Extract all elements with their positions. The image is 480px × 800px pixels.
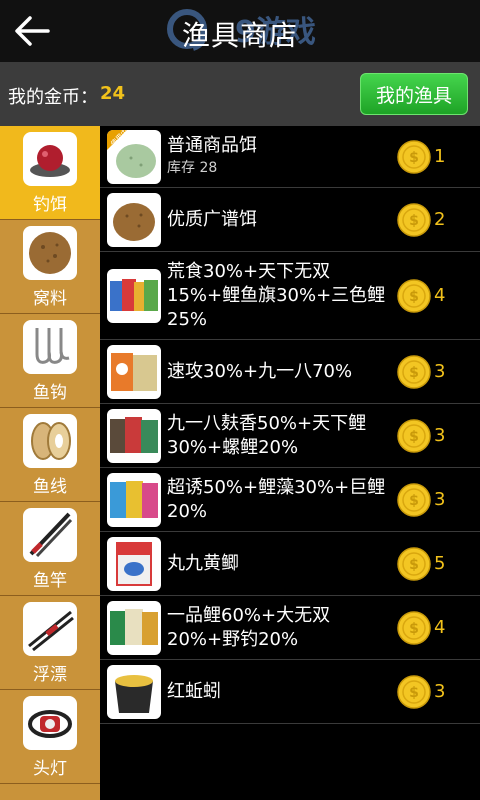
sidebar-item-groundbait[interactable]: 窝料	[0, 220, 100, 314]
svg-text:$: $	[409, 289, 419, 305]
list-item[interactable]: 优质广谱饵 $ 2	[100, 188, 480, 252]
gold-coin-icon: $	[397, 675, 431, 709]
worm-cup-image	[107, 665, 161, 719]
bait-packages-image	[107, 409, 161, 463]
title-bar: 9游戏 渔具商店	[0, 0, 480, 62]
item-name: 九一八麸香50%+天下鲤30%+螺鲤20%	[167, 413, 367, 458]
bait-ball-icon	[23, 132, 77, 186]
sidebar-item-label: 钓饵	[33, 195, 67, 215]
sidebar-item-label: 窝料	[33, 289, 67, 309]
gold-coin-icon: $	[397, 547, 431, 581]
item-price: 4	[434, 285, 446, 306]
float-icon	[23, 602, 77, 656]
list-item[interactable]: 丸九黄鲫 $ 5	[100, 532, 480, 596]
coin-balance: 24	[100, 83, 126, 104]
bait-package-image	[107, 537, 161, 591]
fish-hook-icon	[23, 320, 77, 374]
sidebar-item-bait[interactable]: 钓饵	[0, 126, 100, 220]
svg-text:$: $	[409, 685, 419, 701]
brown-dough-bait-image	[107, 193, 161, 247]
item-price: 3	[434, 681, 446, 702]
sidebar-item-line[interactable]: 鱼线	[0, 408, 100, 502]
gold-coin-icon: $	[397, 203, 431, 237]
item-name: 速攻30%+九一八70%	[167, 361, 353, 382]
item-name: 超诱50%+鲤藻30%+巨鲤20%	[167, 477, 386, 522]
my-gear-button[interactable]: 我的渔具	[360, 73, 468, 115]
item-name: 普通商品饵 库存 28	[167, 134, 395, 178]
sidebar-item-label: 鱼线	[33, 477, 67, 497]
svg-text:$: $	[409, 557, 419, 573]
svg-text:$: $	[409, 365, 419, 381]
sidebar-item-label: 头灯	[33, 759, 67, 779]
svg-text:$: $	[409, 429, 419, 445]
svg-text:$: $	[409, 213, 419, 229]
sidebar-item-label: 鱼竿	[33, 571, 67, 591]
item-stock: 库存 28	[167, 160, 218, 176]
item-name: 一品鲤60%+大无双20%+野钓20%	[167, 605, 331, 650]
item-name: 红蚯蚓	[167, 681, 221, 702]
gold-coin-icon: $	[397, 140, 431, 174]
list-item[interactable]: 超诱50%+鲤藻30%+巨鲤20% $ 3	[100, 468, 480, 532]
coin-label: 我的金币：	[8, 87, 98, 108]
gold-coin-icon: $	[397, 611, 431, 645]
product-list: 使用中 普通商品饵 库存 28 $ 1 优质广谱饵 $ 2 荒食30%+天下无双…	[100, 126, 480, 800]
list-item[interactable]: 红蚯蚓 $ 3	[100, 660, 480, 724]
svg-text:$: $	[409, 493, 419, 509]
page-title: 渔具商店	[181, 19, 298, 52]
headlamp-icon	[23, 696, 77, 750]
groundbait-icon	[23, 226, 77, 280]
list-item[interactable]: 一品鲤60%+大无双20%+野钓20% $ 4	[100, 596, 480, 660]
item-price: 3	[434, 425, 446, 446]
item-name: 荒食30%+天下无双15%+鲤鱼旗30%+三色鲤25%	[167, 261, 386, 330]
svg-text:$: $	[409, 621, 419, 637]
gold-coin-icon: $	[397, 483, 431, 517]
fishing-line-spool-icon	[23, 414, 77, 468]
item-price: 3	[434, 489, 446, 510]
item-price: 4	[434, 617, 446, 638]
list-item[interactable]: 速攻30%+九一八70% $ 3	[100, 340, 480, 404]
item-name-text: 普通商品饵	[167, 135, 257, 156]
bait-packages-image	[107, 269, 161, 323]
list-item[interactable]: 荒食30%+天下无双15%+鲤鱼旗30%+三色鲤25% $ 4	[100, 252, 480, 340]
item-name: 丸九黄鲫	[167, 553, 239, 574]
sidebar-item-float[interactable]: 浮漂	[0, 596, 100, 690]
svg-text:$: $	[409, 150, 419, 166]
item-name: 优质广谱饵	[167, 209, 257, 230]
coin-bar: 我的金币： 24 我的渔具	[0, 62, 480, 126]
fishing-rod-icon	[23, 508, 77, 562]
item-price: 2	[434, 209, 446, 230]
category-sidebar: 钓饵 窝料 鱼钩 鱼线 鱼竿 浮漂 头灯	[0, 126, 100, 800]
gold-coin-icon: $	[397, 419, 431, 453]
sidebar-item-headlamp[interactable]: 头灯	[0, 690, 100, 784]
green-dough-bait-image: 使用中	[107, 130, 161, 184]
list-item[interactable]: 九一八麸香50%+天下鲤30%+螺鲤20% $ 3	[100, 404, 480, 468]
bait-packages-image	[107, 601, 161, 655]
sidebar-item-label: 鱼钩	[33, 383, 67, 403]
item-price: 3	[434, 361, 446, 382]
gold-coin-icon: $	[397, 279, 431, 313]
bait-packages-image	[107, 473, 161, 527]
item-price: 5	[434, 553, 446, 574]
sidebar-item-rod[interactable]: 鱼竿	[0, 502, 100, 596]
sidebar-item-label: 浮漂	[33, 665, 67, 685]
sidebar-item-hooks[interactable]: 鱼钩	[0, 314, 100, 408]
gold-coin-icon: $	[397, 355, 431, 389]
item-price: 1	[434, 146, 446, 167]
list-item[interactable]: 使用中 普通商品饵 库存 28 $ 1	[100, 126, 480, 188]
bait-packages-image	[107, 345, 161, 399]
